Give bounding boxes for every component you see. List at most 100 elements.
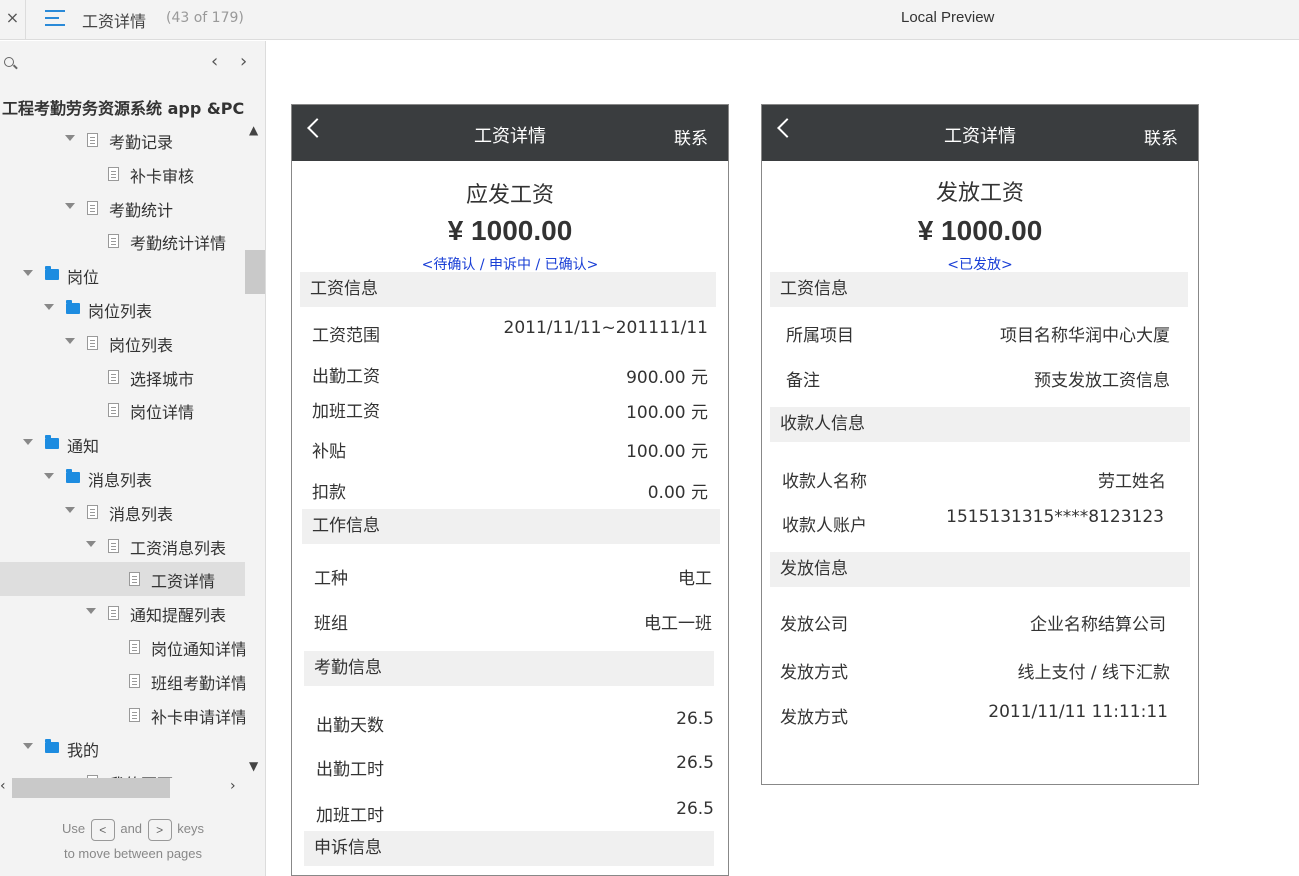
caret-down-icon[interactable] bbox=[86, 540, 96, 547]
days-value: 26.5 bbox=[676, 709, 714, 729]
caret-down-icon[interactable] bbox=[65, 506, 75, 513]
contact-button[interactable]: 联系 bbox=[1144, 124, 1178, 149]
attend-pay-label: 出勤工资 bbox=[312, 367, 380, 387]
close-icon[interactable]: × bbox=[0, 0, 26, 40]
tree-item[interactable]: 考勤统计 bbox=[0, 191, 245, 225]
page-icon bbox=[87, 335, 98, 350]
tree-item-label: 通知提醒列表 bbox=[130, 606, 227, 626]
tree-item[interactable]: 考勤统计详情 bbox=[0, 224, 245, 258]
page-icon bbox=[108, 369, 119, 384]
phone-title: 工资详情 bbox=[944, 126, 1016, 147]
caret-down-icon[interactable] bbox=[65, 135, 75, 141]
time-value: 2011/11/11 11:11:11 bbox=[988, 702, 1168, 722]
search-icon[interactable] bbox=[4, 57, 14, 67]
subsidy-value: 100.00 元 bbox=[626, 442, 708, 462]
payee-name-value: 劳工姓名 bbox=[1098, 472, 1166, 492]
phone-header: 工资详情 联系 bbox=[292, 105, 728, 161]
caret-down-icon[interactable] bbox=[65, 337, 75, 344]
tree-item-label: 工资详情 bbox=[151, 572, 216, 592]
tree-item[interactable]: 工资详情 bbox=[0, 562, 245, 597]
tree-item-label: 岗位通知详情 bbox=[151, 639, 245, 659]
tree-item[interactable]: 考勤记录 bbox=[0, 123, 245, 157]
section-salary: 工资信息 bbox=[770, 272, 1188, 307]
company-label: 发放公司 bbox=[780, 615, 848, 635]
caret-down-icon[interactable] bbox=[65, 202, 75, 209]
tree-item[interactable]: 岗位 bbox=[0, 258, 245, 292]
tree-item[interactable]: 岗位通知详情 bbox=[0, 630, 245, 664]
method-label: 发放方式 bbox=[780, 663, 848, 683]
tree-item[interactable]: 补卡申请详情 bbox=[0, 698, 245, 732]
caret-down-icon[interactable] bbox=[23, 743, 33, 750]
tree-item-label: 消息列表 bbox=[109, 504, 174, 524]
tree-item[interactable]: 消息列表 bbox=[0, 461, 245, 495]
scroll-thumb[interactable] bbox=[245, 250, 265, 294]
tree-item-label: 我的 bbox=[67, 741, 100, 761]
caret-down-icon[interactable] bbox=[86, 608, 96, 615]
page-icon bbox=[129, 572, 140, 587]
page-icon bbox=[108, 606, 119, 621]
scroll-right-icon[interactable]: › bbox=[230, 778, 236, 794]
page-icon bbox=[108, 403, 119, 418]
scroll-down-icon[interactable]: ▼ bbox=[249, 759, 258, 773]
section-appeal: 申诉信息 bbox=[304, 831, 714, 866]
tree-item[interactable]: 岗位详情 bbox=[0, 393, 245, 427]
payee-name-label: 收款人名称 bbox=[782, 472, 867, 492]
menu-icon[interactable] bbox=[45, 10, 65, 28]
company-value: 企业名称结算公司 bbox=[1030, 615, 1166, 635]
tree-item-label: 岗位 bbox=[67, 268, 100, 288]
caret-down-icon[interactable] bbox=[44, 472, 54, 479]
page-icon bbox=[129, 673, 140, 688]
hours-label: 出勤工时 bbox=[316, 760, 384, 780]
scroll-thumb-horizontal[interactable] bbox=[12, 778, 170, 798]
tree-item[interactable]: 消息列表 bbox=[0, 495, 245, 529]
section-attendance: 考勤信息 bbox=[304, 651, 714, 686]
preview-label: Local Preview bbox=[901, 9, 995, 26]
tree-item[interactable]: 工资消息列表 bbox=[0, 529, 245, 563]
caret-down-icon[interactable] bbox=[23, 270, 33, 277]
phone-title: 工资详情 bbox=[474, 126, 546, 147]
project-label: 所属项目 bbox=[786, 326, 854, 346]
scroll-up-icon[interactable]: ▲ bbox=[249, 123, 258, 137]
page-count: (43 of 179) bbox=[166, 10, 244, 26]
tree-item[interactable]: 岗位列表 bbox=[0, 326, 245, 360]
tree-item[interactable]: 班组考勤详情 bbox=[0, 664, 245, 698]
worktype-label: 工种 bbox=[314, 569, 348, 589]
amount-value: ¥ 1000.00 bbox=[917, 215, 1043, 246]
prev-page-button[interactable]: ‹ bbox=[211, 51, 218, 72]
caret-down-icon[interactable] bbox=[23, 439, 33, 446]
tree-item[interactable]: 选择城市 bbox=[0, 360, 245, 394]
tree-item[interactable]: 通知 bbox=[0, 427, 245, 461]
caret-down-icon[interactable] bbox=[44, 303, 54, 310]
tree-item-label: 工资消息列表 bbox=[130, 538, 227, 558]
vertical-scrollbar[interactable]: ▲ ▼ bbox=[245, 123, 265, 773]
phone-screen-payable: 工资详情 联系 应发工资 ¥ 1000.00 <待确认 / 申诉中 / 已确认>… bbox=[291, 104, 729, 876]
scroll-left-icon[interactable]: ‹ bbox=[0, 778, 6, 794]
tree-item[interactable]: 岗位列表 bbox=[0, 292, 245, 326]
status-links[interactable]: <待确认 / 申诉中 / 已确认> bbox=[292, 254, 728, 274]
contact-button[interactable]: 联系 bbox=[674, 124, 708, 149]
tree-item[interactable]: 我的 bbox=[0, 731, 245, 765]
tree-item[interactable]: 通知提醒列表 bbox=[0, 596, 245, 630]
overtime-pay-value: 100.00 元 bbox=[626, 403, 708, 423]
page-tree: 考勤记录 补卡审核 考勤统计 考勤统计详情 岗位 岗位列表 岗位列表 选择城市 岗位详情 通知 消息… bbox=[0, 123, 245, 778]
horizontal-scrollbar[interactable]: ‹ › bbox=[0, 776, 245, 800]
team-label: 班组 bbox=[314, 614, 348, 634]
page-icon bbox=[87, 200, 98, 215]
page-icon bbox=[87, 504, 98, 519]
page-icon bbox=[87, 133, 98, 147]
project-value: 项目名称华润中心大厦 bbox=[1000, 326, 1170, 346]
status-links[interactable]: <已发放> bbox=[762, 254, 1198, 271]
tree-item[interactable]: 补卡审核 bbox=[0, 157, 245, 191]
tree-item-label: 补卡申请详情 bbox=[151, 707, 245, 727]
deduct-label: 扣款 bbox=[312, 483, 346, 503]
page-title: 工资详情 bbox=[82, 12, 147, 31]
worktype-value: 电工 bbox=[678, 569, 712, 589]
page-icon bbox=[108, 234, 119, 249]
overtime-pay-label: 加班工资 bbox=[312, 402, 380, 422]
hours-value: 26.5 bbox=[676, 753, 714, 773]
subsidy-label: 补贴 bbox=[312, 442, 346, 462]
folder-icon bbox=[66, 299, 80, 314]
page-icon bbox=[108, 538, 119, 553]
section-salary: 工资信息 bbox=[300, 272, 716, 307]
next-page-button[interactable]: › bbox=[240, 51, 247, 72]
